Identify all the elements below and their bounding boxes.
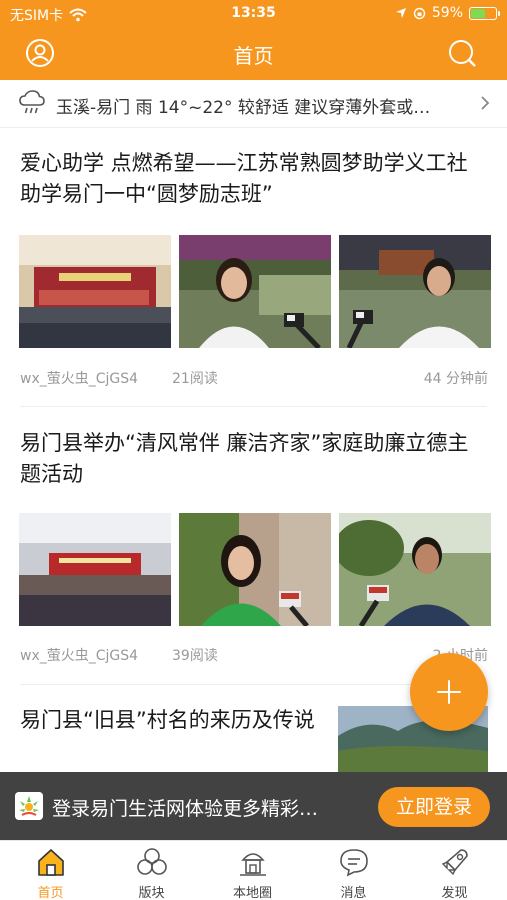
thumbnail-image[interactable] (19, 235, 171, 348)
article-title[interactable]: 爱心助学 点燃希望——江苏常熟圆梦助学义工社助学易门一中“圆梦励志班” (20, 148, 488, 210)
discover-icon (441, 849, 468, 876)
thumbnail-image[interactable] (179, 513, 331, 626)
add-post-button[interactable] (410, 653, 488, 731)
search-icon[interactable] (447, 38, 477, 68)
tab-label: 本地圈 (232, 886, 272, 900)
rain-cloud-icon (19, 90, 45, 114)
tab-label: 消息 (340, 886, 367, 900)
tab-messages[interactable]: 消息 (303, 841, 404, 900)
article-thumbnails[interactable] (19, 513, 491, 626)
tab-home[interactable]: 首页 (0, 841, 101, 900)
thumbnail-image[interactable] (339, 235, 491, 348)
login-button[interactable]: 立即登录 (378, 787, 490, 827)
message-icon (340, 849, 368, 877)
article-title[interactable]: 易门县“旧县”村名的来历及传说 (20, 705, 320, 736)
login-banner-text: 登录易门生活网体验更多精彩… (52, 798, 319, 820)
page-title: 首页 (233, 44, 274, 68)
home-icon (38, 849, 64, 876)
thumbnail-image[interactable] (179, 235, 331, 348)
tab-label: 首页 (37, 886, 64, 900)
battery-fill (471, 8, 485, 18)
orientation-lock-icon (413, 7, 426, 19)
article-source: wx_萤火虫_CjGS4 (20, 371, 139, 387)
weather-text: 玉溪-易门 雨 14°~22° 较舒适 建议穿薄外套或… (56, 98, 431, 118)
nav-bar: 首页 (0, 28, 507, 78)
article-source: wx_萤火虫_CjGS4 (20, 648, 139, 664)
thumbnail-image[interactable] (339, 513, 491, 626)
chevron-right-icon (481, 96, 490, 110)
article-time: 44 分钟前 (423, 371, 488, 387)
article-reads: 21阅读 (172, 371, 218, 387)
article-reads: 39阅读 (172, 648, 218, 664)
battery-percent: 59% (431, 5, 463, 21)
tab-label: 发现 (441, 886, 468, 900)
weather-bar[interactable]: 玉溪-易门 雨 14°~22° 较舒适 建议穿薄外套或… (0, 80, 507, 128)
board-icon (137, 848, 167, 875)
local-circle-icon (240, 853, 266, 876)
tab-bar: 首页 版块 本地圈 消息 发现 (0, 840, 507, 900)
tab-local-circle[interactable]: 本地圈 (202, 841, 303, 900)
battery-icon (469, 6, 500, 20)
status-right: 59% (395, 5, 500, 21)
location-arrow-icon (395, 8, 406, 18)
status-bar: 无SIM卡 13:35 59% (0, 0, 507, 28)
article-thumbnails[interactable] (19, 235, 491, 348)
divider (20, 406, 487, 407)
login-banner: 登录易门生活网体验更多精彩… 立即登录 (0, 772, 507, 840)
article-title[interactable]: 易门县举办“清风常伴 廉洁齐家”家庭助廉立德主题活动 (20, 428, 488, 490)
thumbnail-image[interactable] (19, 513, 171, 626)
app-logo-icon (15, 792, 43, 820)
tab-label: 版块 (138, 886, 165, 900)
tab-boards[interactable]: 版块 (101, 841, 202, 900)
tab-discover[interactable]: 发现 (404, 841, 505, 900)
